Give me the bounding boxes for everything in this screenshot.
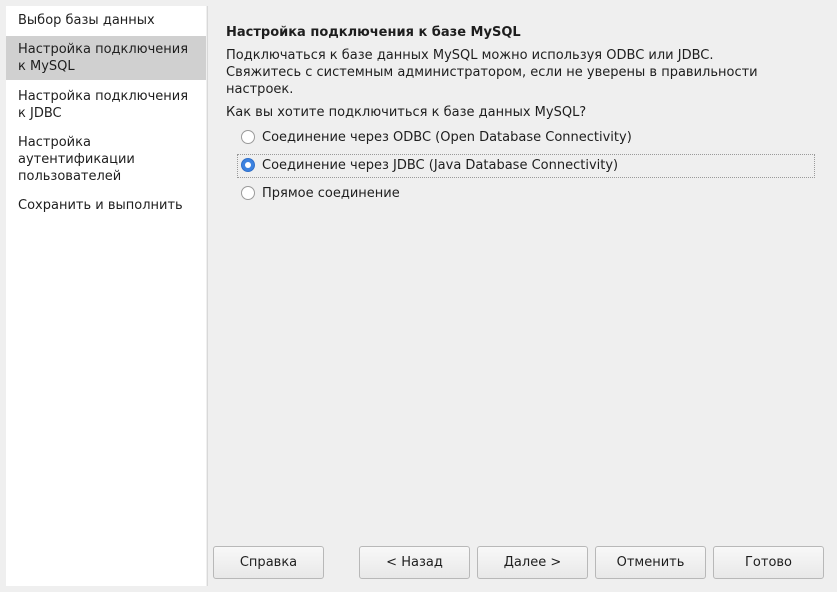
description-line: Подключаться к базе данных MySQL можно и… — [226, 48, 714, 63]
sidebar-item-label: Выбор базы данных — [18, 13, 155, 28]
page-title: Настройка подключения к базе MySQL — [226, 25, 521, 40]
sidebar-item-label: аутентификации — [18, 152, 135, 167]
sidebar-item-label: Сохранить и выполнить — [18, 198, 183, 213]
cancel-button[interactable]: Отменить — [595, 546, 706, 579]
sidebar-item-mysql-connection[interactable]: Настройка подключения к MySQL — [6, 36, 206, 80]
radio-label: Соединение через ODBC (Open Database Con… — [262, 130, 632, 145]
radio-odbc-connection[interactable]: Соединение через ODBC (Open Database Con… — [237, 126, 815, 150]
radio-jdbc-connection[interactable]: Соединение через JDBC (Java Database Con… — [237, 154, 815, 178]
finish-button[interactable]: Готово — [713, 546, 824, 579]
back-button[interactable]: < Назад — [359, 546, 470, 579]
radio-direct-connection[interactable]: Прямое соединение — [237, 182, 815, 206]
sidebar-item-label: Настройка подключения — [18, 42, 189, 57]
sidebar-item-label: Настройка — [18, 135, 91, 150]
radio-button-icon[interactable] — [241, 186, 255, 200]
sidebar-item-jdbc-connection[interactable]: Настройка подключения к JDBC — [6, 88, 206, 122]
description-line: настроек. — [226, 82, 294, 97]
radio-label: Соединение через JDBC (Java Database Con… — [262, 158, 619, 173]
wizard-page-content: Настройка подключения к базе MySQL Подкл… — [207, 6, 832, 586]
help-button[interactable]: Справка — [213, 546, 324, 579]
page-description: Подключаться к базе данных MySQL можно и… — [226, 47, 816, 98]
next-button[interactable]: Далее > — [477, 546, 588, 579]
sidebar-item-label: к JDBC — [18, 106, 62, 121]
description-line: Свяжитесь с системным администратором, е… — [226, 65, 758, 80]
radio-label: Прямое соединение — [262, 186, 400, 201]
radio-button-checked-icon[interactable] — [241, 158, 255, 172]
sidebar-item-label: к MySQL — [18, 59, 75, 74]
sidebar-item-save-and-run[interactable]: Сохранить и выполнить — [6, 197, 206, 214]
sidebar-item-label: пользователей — [18, 169, 122, 184]
connection-question: Как вы хотите подключиться к базе данных… — [226, 105, 587, 120]
sidebar-item-database-selection[interactable]: Выбор базы данных — [6, 12, 206, 29]
sidebar-item-user-authentication[interactable]: Настройка аутентификации пользователей — [6, 134, 206, 185]
wizard-steps-sidebar: Выбор базы данных Настройка подключения … — [6, 6, 206, 586]
sidebar-item-label: Настройка подключения — [18, 89, 189, 104]
radio-button-icon[interactable] — [241, 130, 255, 144]
